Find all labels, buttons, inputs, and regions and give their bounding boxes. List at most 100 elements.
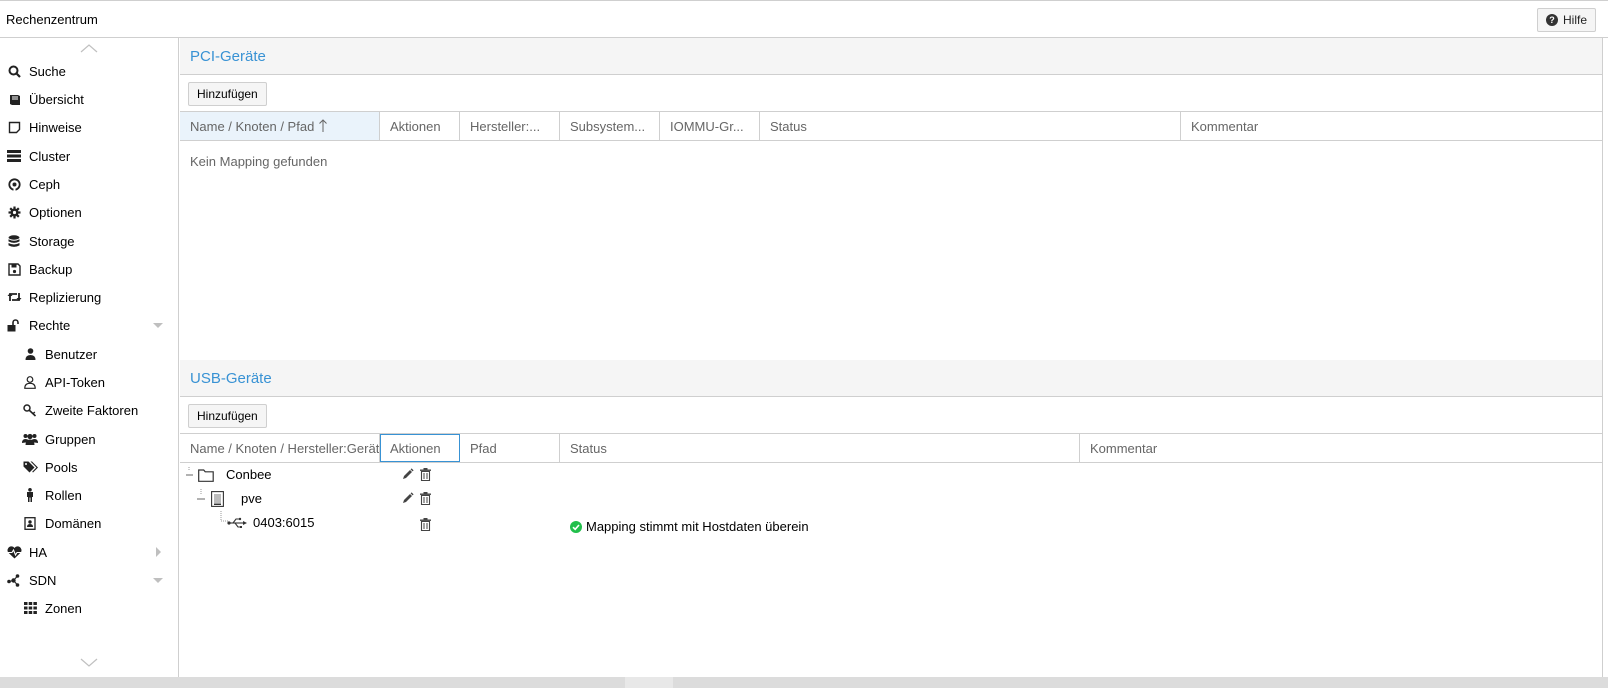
pci-col-iommu[interactable]: IOMMU-Gr... xyxy=(660,112,760,140)
usb-toolbar: Hinzufügen xyxy=(180,397,1602,433)
folder-icon xyxy=(198,469,214,482)
sidebar-item-hinweise[interactable]: Hinweise xyxy=(0,113,178,141)
sidebar-item-label: Gruppen xyxy=(45,431,96,447)
pci-panel-header: PCI-Geräte xyxy=(180,38,1602,75)
sidebar-item-storage[interactable]: Storage xyxy=(0,227,178,255)
pci-toolbar: Hinzufügen xyxy=(180,75,1602,111)
pci-col-comment[interactable]: Kommentar xyxy=(1181,112,1602,140)
pci-col-status[interactable]: Status xyxy=(760,112,1181,140)
usb-col-comment[interactable]: Kommentar xyxy=(1080,434,1602,462)
sidebar-item-label: Hinweise xyxy=(29,119,82,135)
node-icon xyxy=(211,491,224,507)
key-icon xyxy=(22,402,38,418)
sidebar-item-ceph[interactable]: Ceph xyxy=(0,170,178,198)
sidebar-item-domaenen[interactable]: Domänen xyxy=(0,509,178,537)
tree-collapse-icon[interactable] xyxy=(185,467,195,483)
book-icon xyxy=(6,91,22,107)
top-bar: Rechenzentrum ? Hilfe xyxy=(0,0,1608,38)
sort-asc-icon xyxy=(319,119,328,132)
tree-row-usb-device[interactable]: 0403:6015 xyxy=(180,511,1602,535)
sidebar-item-replizierung[interactable]: Replizierung xyxy=(0,283,178,311)
sidebar-item-label: API-Token xyxy=(45,374,105,390)
sidebar-item-cluster[interactable]: Cluster xyxy=(0,142,178,170)
sidebar-item-uebersicht[interactable]: Übersicht xyxy=(0,85,178,113)
sidebar-item-optionen[interactable]: Optionen xyxy=(0,198,178,226)
horizontal-scrollbar[interactable] xyxy=(0,677,1608,688)
sidebar-item-label: Ceph xyxy=(29,176,61,192)
server-icon xyxy=(6,148,22,164)
sidebar-item-gruppen[interactable]: Gruppen xyxy=(0,425,178,453)
sidebar-item-label: Pools xyxy=(45,459,78,475)
retweet-icon xyxy=(6,289,22,305)
sidebar-item-api-token[interactable]: API-Token xyxy=(0,368,178,396)
scroll-up-icon[interactable] xyxy=(80,43,98,55)
pci-panel-title: PCI-Geräte xyxy=(190,48,266,65)
pci-grid-header: Name / Knoten / Pfad Aktionen Hersteller… xyxy=(180,111,1602,141)
heartbeat-icon xyxy=(6,544,22,560)
unlock-icon xyxy=(6,317,22,333)
pci-col-name-label: Name / Knoten / Pfad xyxy=(190,118,315,134)
tree-row-name: 0403:6015 xyxy=(253,515,315,530)
chevron-down-icon[interactable] xyxy=(153,320,163,330)
sidebar-item-suche[interactable]: Suche xyxy=(0,57,178,85)
sidebar-item-label: Übersicht xyxy=(29,91,84,107)
trash-icon[interactable] xyxy=(420,492,431,505)
sidebar-item-sdn[interactable]: SDN xyxy=(0,566,178,594)
usb-add-button[interactable]: Hinzufügen xyxy=(188,404,267,428)
usb-col-name[interactable]: Name / Knoten / Hersteller:Gerät xyxy=(180,434,380,462)
usb-panel-header: USB-Geräte xyxy=(180,360,1602,397)
edit-icon[interactable] xyxy=(402,468,414,480)
scroll-down-icon[interactable] xyxy=(80,656,98,668)
sidebar-item-label: Zonen xyxy=(45,600,82,616)
sidebar-item-label: Domänen xyxy=(45,515,102,531)
chevron-down-icon[interactable] xyxy=(153,575,163,585)
sidebar-item-rechte[interactable]: Rechte xyxy=(0,311,178,339)
sidebar-item-ha[interactable]: HA xyxy=(0,538,178,566)
pci-col-actions[interactable]: Aktionen xyxy=(380,112,460,140)
tree-row-conbee[interactable]: Conbee xyxy=(180,463,1602,487)
sidebar-item-benutzer[interactable]: Benutzer xyxy=(0,340,178,368)
usb-col-actions[interactable]: Aktionen xyxy=(380,434,460,462)
sidebar-item-backup[interactable]: Backup xyxy=(0,255,178,283)
sidebar-item-zweite-faktoren[interactable]: Zweite Faktoren xyxy=(0,396,178,424)
tree-collapse-icon[interactable] xyxy=(196,489,208,507)
sidebar-item-zonen[interactable]: Zonen xyxy=(0,594,178,622)
tree-row-name: Conbee xyxy=(226,467,272,482)
sdn-icon xyxy=(6,572,22,588)
pci-col-vendor[interactable]: Hersteller:... xyxy=(460,112,560,140)
floppy-icon xyxy=(6,261,22,277)
usb-col-status[interactable]: Status xyxy=(560,434,1080,462)
usb-icon xyxy=(227,517,247,528)
male-icon xyxy=(22,487,38,503)
help-button[interactable]: ? Hilfe xyxy=(1537,8,1597,32)
trash-icon[interactable] xyxy=(420,468,431,481)
scrollbar-thumb[interactable] xyxy=(625,677,673,688)
pci-add-button[interactable]: Hinzufügen xyxy=(188,82,267,106)
tree-row-pve[interactable]: pve xyxy=(180,487,1602,511)
check-circle-icon xyxy=(570,520,582,533)
sidebar-item-label: Replizierung xyxy=(29,289,102,305)
mapping-status-text: Mapping stimmt mit Hostdaten überein xyxy=(586,519,809,534)
trash-icon[interactable] xyxy=(420,518,431,531)
sidebar: Suche Übersicht Hinweise Cluster Ceph Op… xyxy=(0,38,179,677)
sidebar-item-label: SDN xyxy=(29,572,57,588)
sidebar-item-label: Zweite Faktoren xyxy=(45,402,139,418)
sidebar-item-rollen[interactable]: Rollen xyxy=(0,481,178,509)
pci-col-subsystem[interactable]: Subsystem... xyxy=(560,112,660,140)
usb-col-path[interactable]: Pfad xyxy=(460,434,560,462)
usb-panel-title: USB-Geräte xyxy=(190,370,272,387)
edit-icon[interactable] xyxy=(402,492,414,504)
grid-icon xyxy=(22,600,38,616)
ceph-icon xyxy=(6,176,22,192)
user-icon xyxy=(22,346,38,362)
vertical-scrollbar[interactable] xyxy=(1602,38,1608,677)
chevron-right-icon[interactable] xyxy=(153,547,163,557)
database-icon xyxy=(6,233,22,249)
tags-icon xyxy=(22,459,38,475)
sidebar-item-label: Backup xyxy=(29,261,73,277)
sidebar-item-label: Storage xyxy=(29,233,75,249)
sidebar-item-pools[interactable]: Pools xyxy=(0,453,178,481)
sidebar-item-label: Rechte xyxy=(29,317,71,333)
pci-col-name[interactable]: Name / Knoten / Pfad xyxy=(180,112,380,140)
mapping-status: Mapping stimmt mit Hostdaten überein xyxy=(570,519,809,534)
